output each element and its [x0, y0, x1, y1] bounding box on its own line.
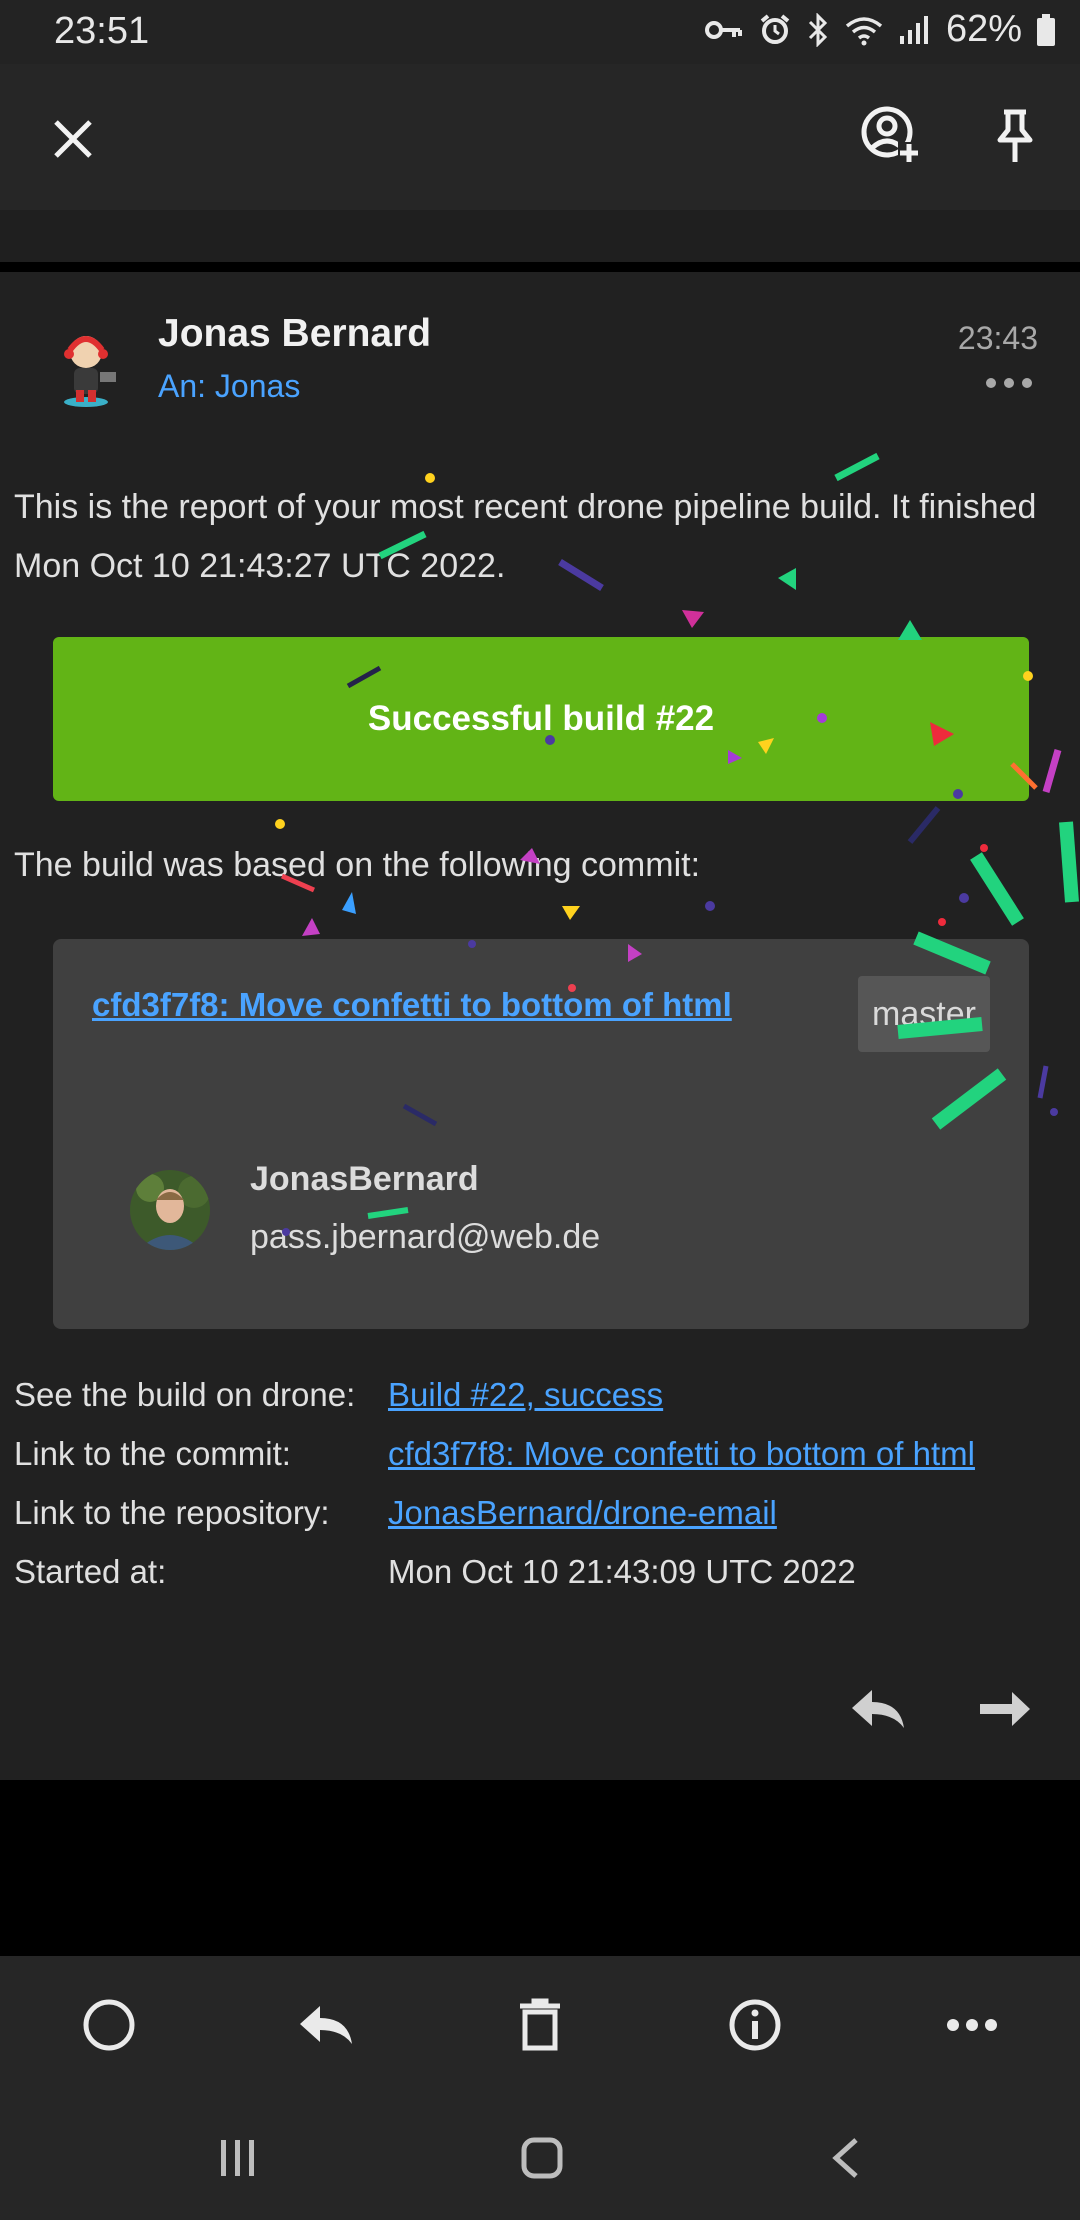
close-icon[interactable] — [48, 114, 98, 164]
branch-badge: master — [858, 976, 990, 1052]
battery-icon — [1037, 13, 1055, 46]
recipient[interactable]: An: Jonas — [158, 368, 300, 405]
more-options-icon[interactable] — [984, 376, 1034, 395]
wifi-icon — [845, 16, 883, 45]
intro-text: This is the report of your most recent d… — [14, 488, 1037, 585]
success-banner: Successful build #22 — [53, 637, 1029, 801]
signal-icon — [899, 15, 928, 44]
alarm-icon — [760, 13, 790, 44]
status-time: 23:51 — [54, 10, 150, 52]
divider — [0, 262, 1080, 272]
author-email: pass.jbernard@web.de — [250, 1218, 601, 1256]
reply-icon[interactable] — [296, 2002, 356, 2053]
system-nav-bar — [0, 2096, 1080, 2220]
message-time: 23:43 — [957, 320, 1038, 356]
commit-label: Link to the commit: — [14, 1435, 291, 1472]
build-link[interactable]: Build #22, success — [388, 1376, 663, 1414]
author-avatar — [130, 1170, 210, 1250]
empty-area — [0, 1780, 1080, 1956]
avatar[interactable] — [50, 328, 122, 408]
author-name: JonasBernard — [250, 1160, 479, 1198]
bluetooth-icon — [808, 12, 828, 47]
delete-icon[interactable] — [518, 1998, 562, 2057]
battery-percentage: 62% — [945, 8, 1022, 50]
build-label: See the build on drone: — [14, 1376, 356, 1413]
more-icon[interactable] — [946, 2018, 998, 2037]
back-icon[interactable] — [828, 2136, 862, 2185]
commit-url-link[interactable]: cfd3f7f8: Move confetti to bottom of htm… — [388, 1435, 975, 1473]
sender-name[interactable]: Jonas Bernard — [158, 312, 431, 356]
add-contact-icon[interactable] — [860, 104, 920, 164]
pin-icon[interactable] — [990, 108, 1040, 164]
header-band — [0, 210, 1080, 262]
home-icon[interactable] — [520, 2136, 564, 2185]
recents-icon[interactable] — [218, 2138, 258, 2183]
commit-intro-text: The build was based on the following com… — [14, 846, 701, 884]
repository-link[interactable]: JonasBernard/drone-email — [388, 1494, 777, 1532]
mark-unread-icon[interactable] — [82, 1998, 136, 2057]
repository-label: Link to the repository: — [14, 1494, 330, 1531]
commit-link[interactable]: cfd3f7f8: Move confetti to bottom of htm… — [92, 986, 732, 1024]
info-icon[interactable] — [728, 1998, 782, 2057]
status-icons: 62% — [704, 8, 1056, 51]
bottom-toolbar — [0, 1956, 1080, 2096]
key-icon — [704, 20, 742, 39]
top-app-bar — [0, 64, 1080, 210]
forward-button[interactable] — [976, 1686, 1032, 1737]
started-value: Mon Oct 10 21:43:09 UTC 2022 — [388, 1553, 856, 1590]
status-bar: 23:51 62% — [0, 0, 1080, 64]
started-label: Started at: — [14, 1553, 167, 1590]
reply-button[interactable] — [848, 1686, 908, 1737]
